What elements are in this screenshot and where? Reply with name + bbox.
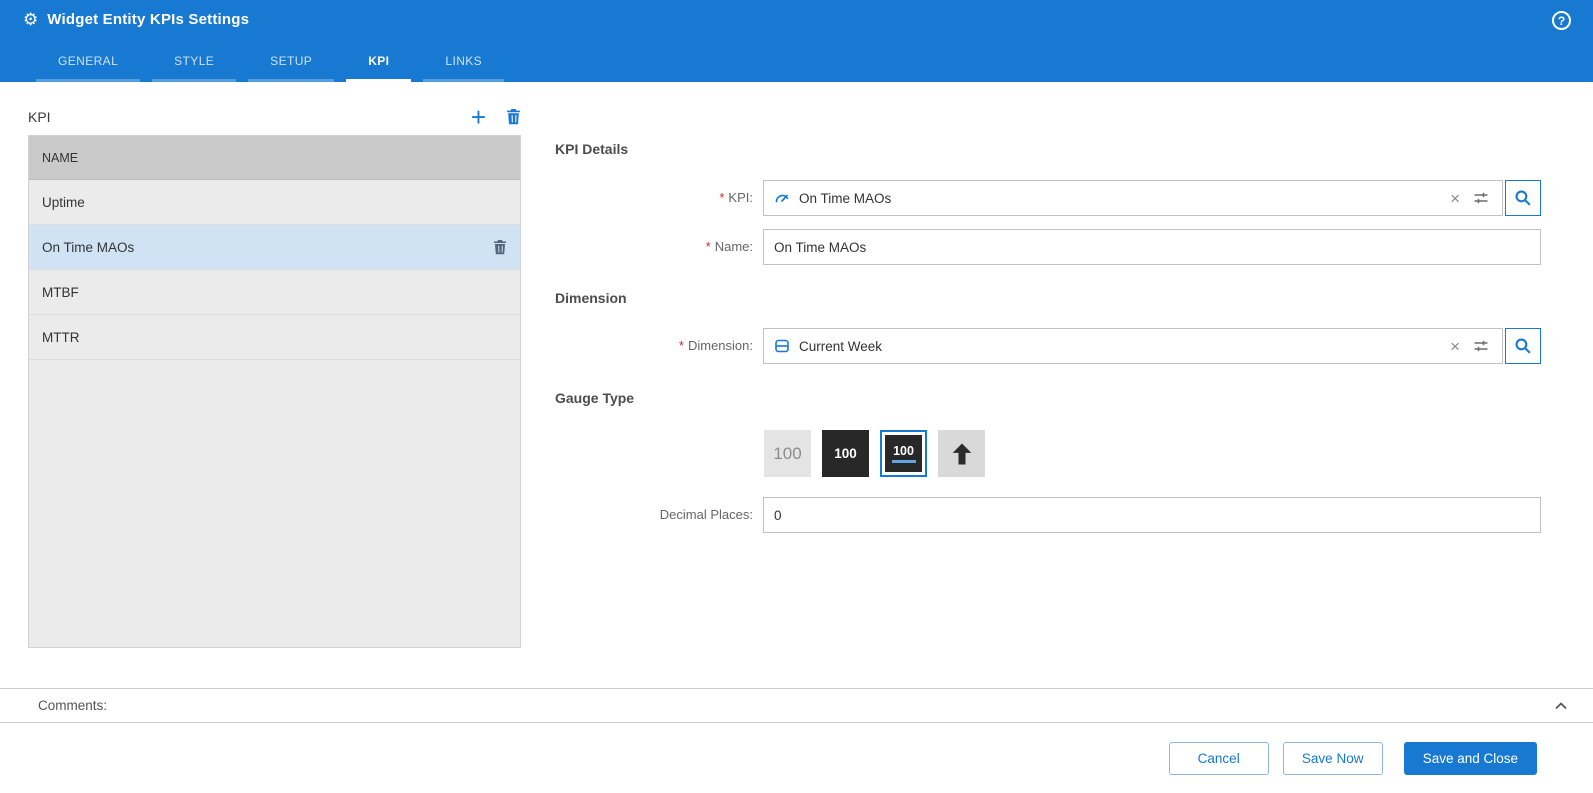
kpi-search-button[interactable]	[1505, 180, 1541, 216]
required-marker: *	[705, 239, 711, 254]
gauge-option-value-underline-selected[interactable]: 100	[880, 430, 927, 477]
decimal-places-label: Decimal Places:	[659, 507, 753, 522]
kpi-row-mttr[interactable]: MTTR	[29, 315, 520, 360]
gauge-option-inner: 100	[885, 435, 922, 472]
header: ⚙ Widget Entity KPIs Settings ? GENERAL …	[0, 0, 1593, 82]
dimension-entity-icon	[774, 338, 790, 354]
gauge-option-value-plain[interactable]: 100	[764, 430, 811, 477]
filter-sliders-icon[interactable]	[1468, 190, 1494, 206]
page-title: Widget Entity KPIs Settings	[47, 11, 250, 28]
comments-expand-toggle[interactable]	[1553, 698, 1569, 714]
gauge-underline-bar	[891, 460, 916, 463]
kpi-list-toolbar: KPI +	[28, 103, 521, 131]
section-heading-kpi-details: KPI Details	[555, 141, 629, 157]
save-now-button[interactable]: Save Now	[1282, 742, 1383, 775]
comments-bar: Comments:	[0, 688, 1593, 723]
dimension-search-button[interactable]	[1505, 328, 1541, 364]
dimension-field-label: * Dimension:	[558, 338, 753, 353]
clear-icon[interactable]: ×	[1442, 190, 1468, 207]
search-icon	[1515, 338, 1531, 354]
delete-kpi-button[interactable]	[506, 109, 521, 125]
dimension-picker-input[interactable]: Current Week ×	[763, 328, 1503, 364]
kpi-picker-input[interactable]: On Time MAOs ×	[763, 180, 1503, 216]
search-icon	[1515, 190, 1531, 206]
comments-label: Comments:	[38, 698, 108, 713]
tab-links[interactable]: LINKS	[423, 43, 505, 82]
required-marker: *	[719, 190, 725, 205]
row-delete-button[interactable]	[493, 239, 507, 255]
tab-style[interactable]: STYLE	[152, 43, 237, 82]
trash-icon	[507, 109, 520, 125]
section-heading-dimension: Dimension	[555, 290, 627, 306]
name-field-label: * Name:	[558, 239, 753, 254]
save-and-close-button[interactable]: Save and Close	[1403, 742, 1537, 775]
gear-icon: ⚙	[23, 10, 39, 29]
gauge-type-options: 100 100 100	[764, 430, 985, 477]
kpi-row-label: On Time MAOs	[42, 239, 135, 255]
help-icon[interactable]: ?	[1552, 11, 1571, 30]
kpi-field-label: * KPI:	[558, 190, 753, 205]
footer-actions: Cancel Save Now Save and Close	[0, 724, 1593, 793]
name-field-label-text: Name:	[714, 239, 753, 254]
kpi-row-label: Uptime	[42, 194, 85, 210]
up-arrow-icon	[952, 443, 971, 464]
widget-kpi-settings-window: ⚙ Widget Entity KPIs Settings ? GENERAL …	[0, 0, 1593, 793]
dimension-field-label-text: Dimension:	[687, 338, 753, 353]
tab-bar: GENERAL STYLE SETUP KPI LINKS	[36, 43, 516, 82]
tab-setup[interactable]: SETUP	[248, 43, 335, 82]
decimal-places-input[interactable]	[763, 497, 1541, 533]
kpi-picker-value: On Time MAOs	[799, 190, 892, 206]
kpi-row-uptime[interactable]: Uptime	[29, 180, 520, 225]
kpi-entity-icon	[774, 190, 790, 206]
title-row: ⚙ Widget Entity KPIs Settings	[23, 11, 249, 28]
kpi-list-title: KPI	[28, 109, 51, 125]
tab-general[interactable]: GENERAL	[36, 43, 141, 82]
kpi-row-label: MTBF	[42, 284, 79, 300]
kpi-field-label-text: KPI:	[728, 190, 753, 205]
dimension-picker-value: Current Week	[799, 338, 883, 354]
kpi-row-on-time-maos[interactable]: On Time MAOs	[29, 225, 520, 270]
required-marker: *	[678, 338, 684, 353]
gauge-option-arrow[interactable]	[938, 430, 985, 477]
gauge-option-label: 100	[893, 444, 914, 458]
chevron-up-icon	[1555, 701, 1567, 709]
add-kpi-button[interactable]: +	[471, 104, 486, 130]
kpi-row-label: MTTR	[42, 329, 80, 345]
name-input[interactable]	[763, 229, 1541, 265]
section-heading-gauge-type: Gauge Type	[555, 390, 635, 406]
kpi-row-mtbf[interactable]: MTBF	[29, 270, 520, 315]
gauge-option-value-dark[interactable]: 100	[822, 430, 869, 477]
filter-sliders-icon[interactable]	[1468, 338, 1494, 354]
kpi-table: NAME Uptime On Time MAOs MTBF MTTR	[28, 135, 521, 648]
tab-kpi[interactable]: KPI	[346, 43, 412, 82]
clear-icon[interactable]: ×	[1442, 338, 1468, 355]
cancel-button[interactable]: Cancel	[1168, 742, 1269, 775]
kpi-table-column-header: NAME	[29, 136, 520, 180]
trash-icon	[494, 239, 506, 254]
